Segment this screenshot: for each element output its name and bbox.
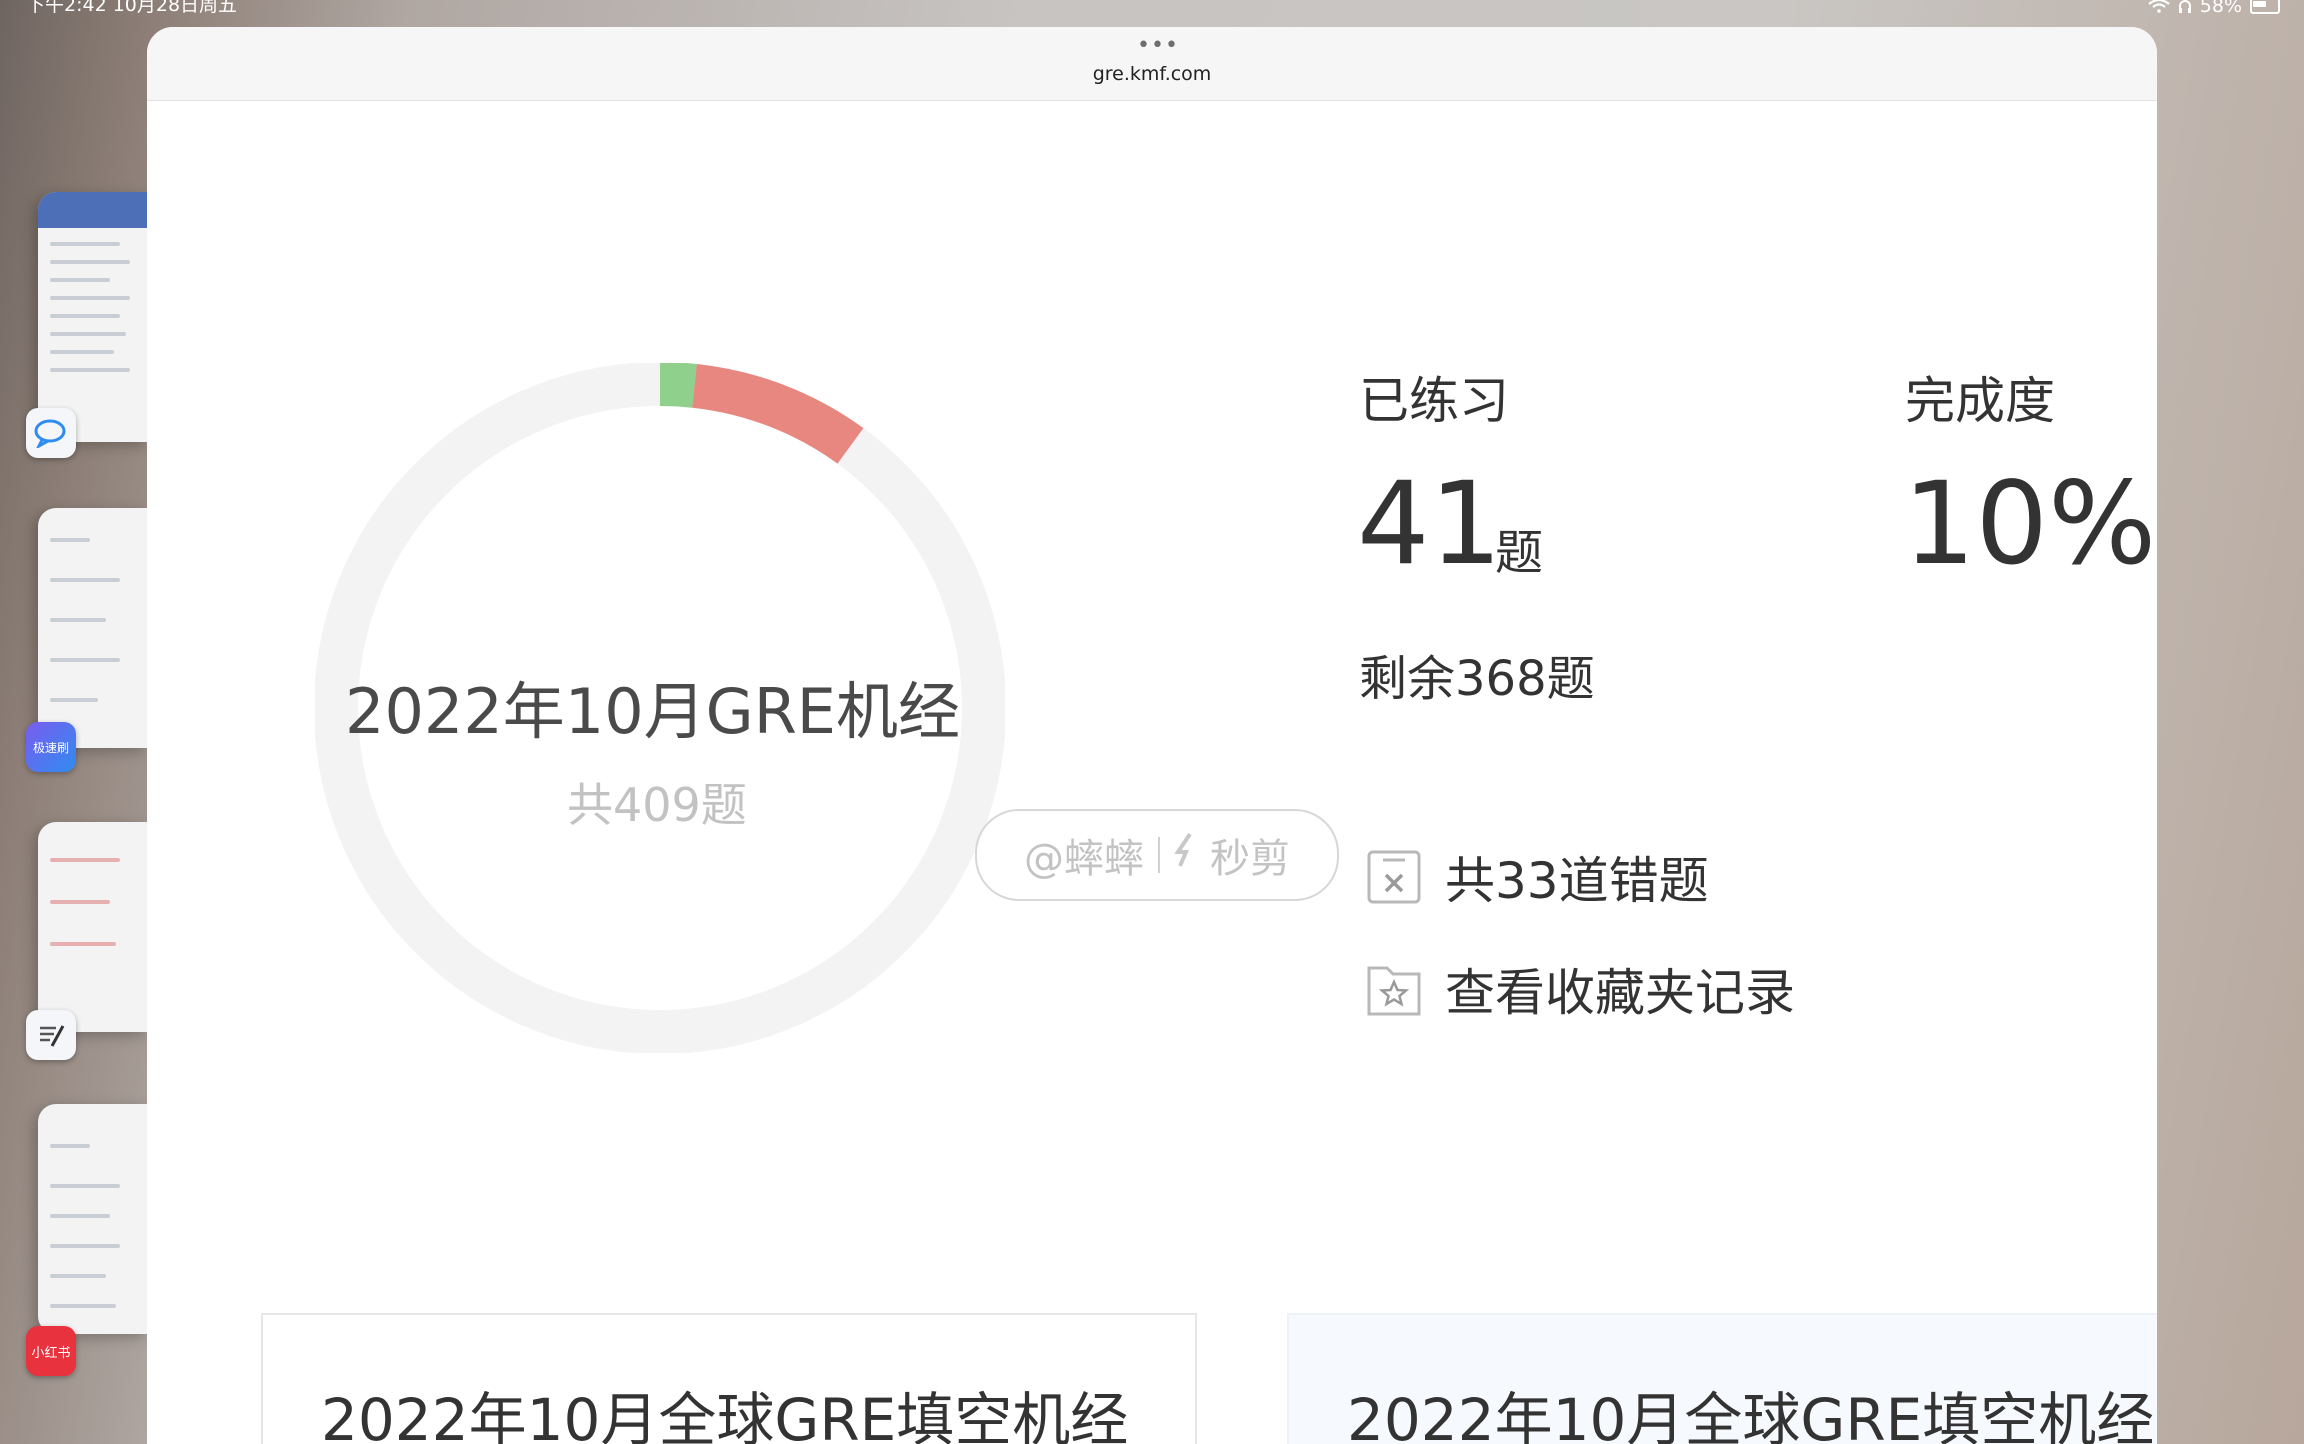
watermark-divider [1158, 837, 1160, 873]
chat-bubble-icon[interactable] [26, 408, 76, 458]
app-thumbnail[interactable] [38, 1104, 148, 1334]
app-label: 小红书 [31, 1345, 71, 1361]
url-label[interactable]: gre.kmf.com [147, 63, 2157, 85]
practiced-value: 41 [1357, 457, 1503, 590]
status-bar: 下午2:42 10月28日周五 58% [0, 0, 2304, 20]
battery-icon [2250, 0, 2280, 14]
wrong-questions-link[interactable]: 共33道错题 [1365, 841, 1709, 913]
app-thumbnail[interactable] [38, 192, 148, 442]
app-label: 极速刷 [32, 740, 69, 755]
completion-value: 10% [1903, 457, 2157, 590]
exam-card-title: 2022年10月全球GRE填空机经 [1347, 1386, 2155, 1444]
status-right: 58% [2148, 0, 2280, 17]
browser-top-bar: ••• gre.kmf.com [147, 27, 2157, 101]
notes-pen-icon[interactable] [26, 1010, 76, 1060]
wrong-questions-label: 共33道错题 [1445, 852, 1709, 910]
completion-label: 完成度 [1905, 372, 2055, 430]
practiced-unit: 题 [1495, 525, 1544, 581]
watermark-overlay: @蟀蟀 秒剪 [975, 809, 1339, 901]
exam-card[interactable]: 2022年10月全球GRE填空机经 [1287, 1313, 2157, 1444]
favorites-folder-icon [1367, 966, 1421, 1016]
total-questions: 共409题 [567, 778, 747, 832]
watermark-account: @蟀蟀 [1024, 836, 1144, 882]
exam-card-title: 2022年10月全球GRE填空机经 [321, 1386, 1129, 1444]
app-icon-purple[interactable]: 极速刷 [26, 722, 76, 772]
browser-window: ••• gre.kmf.com 2022年10月GRE机经 共409题 已练习 … [147, 27, 2157, 1444]
app-switcher: 极速刷 小红书 [0, 0, 150, 1444]
app-thumbnail[interactable] [38, 508, 148, 748]
battery-percent: 58% [2199, 0, 2242, 17]
headphones-icon [2178, 0, 2192, 14]
favorites-label: 查看收藏夹记录 [1445, 964, 1795, 1022]
remaining-questions: 剩余368题 [1359, 651, 1595, 707]
watermark-app-icon [1174, 832, 1196, 878]
more-dots-icon[interactable]: ••• [1137, 35, 1179, 57]
wrong-questions-icon [1367, 850, 1421, 904]
practiced-label: 已练习 [1359, 372, 1509, 430]
xiaohongshu-icon[interactable]: 小红书 [26, 1326, 76, 1376]
favorites-link[interactable]: 查看收藏夹记录 [1365, 953, 1795, 1025]
watermark-app: 秒剪 [1210, 836, 1290, 882]
exam-title: 2022年10月GRE机经 [345, 675, 960, 748]
exam-card[interactable]: 2022年10月全球GRE填空机经 [261, 1313, 1197, 1444]
app-thumbnail[interactable] [38, 822, 148, 1032]
wifi-icon [2148, 0, 2170, 14]
